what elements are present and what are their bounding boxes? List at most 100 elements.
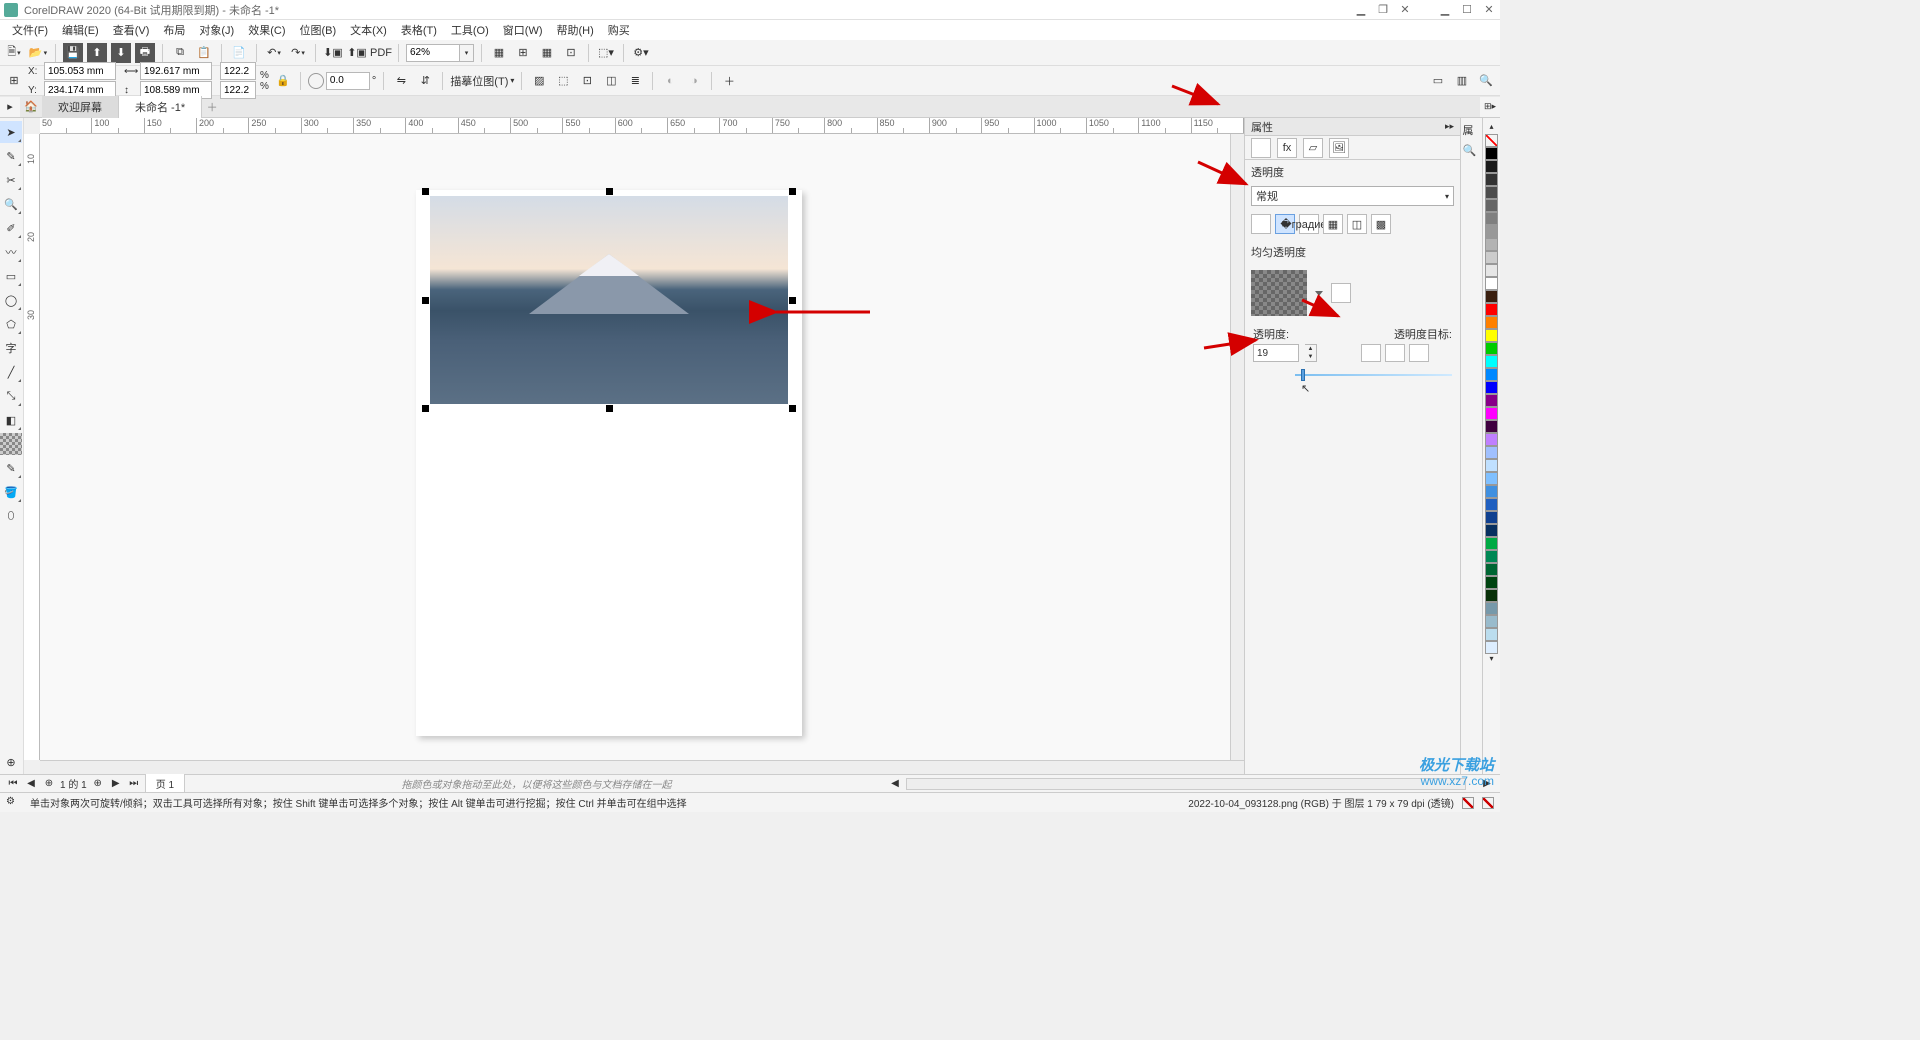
color-swatch[interactable] [1485,303,1498,316]
straighten-icon[interactable]: ◫ [601,71,621,91]
width-input[interactable] [140,62,212,80]
two-color-transparency-icon[interactable]: ◫ [1347,214,1367,234]
color-swatch[interactable] [1485,485,1498,498]
polygon-tool[interactable]: ⬠ [0,313,22,335]
export-button[interactable]: ⬆▣ [347,43,367,63]
color-swatch[interactable] [1485,524,1498,537]
color-swatch[interactable] [1485,329,1498,342]
color-swatch[interactable] [1485,602,1498,615]
opacity-spinner[interactable]: ▲▼ [1305,344,1317,362]
color-swatch[interactable] [1485,212,1498,225]
color-swatch[interactable] [1485,342,1498,355]
add-page-after-icon[interactable]: ⊕ [91,777,105,791]
tab-transparency-icon[interactable] [1251,138,1271,158]
color-swatch[interactable] [1485,628,1498,641]
mirror-h-icon[interactable]: ⇋ [391,71,411,91]
cloud-up-button[interactable]: ⬆ [87,43,107,63]
preset-position-icon[interactable]: ⊞ [4,71,24,91]
paste-button[interactable]: 📋 [194,43,214,63]
menu-window[interactable]: 窗口(W) [497,20,549,40]
grid-button[interactable]: ▦ [537,43,557,63]
canvas-area[interactable]: 5010015020025030035040045050055060065070… [24,118,1244,774]
page-scroll[interactable] [906,778,1466,790]
add-page-before-icon[interactable]: ⊕ [42,777,56,791]
rectangle-tool[interactable]: ▭ [0,265,22,287]
opacity-input[interactable]: 19 [1253,344,1299,362]
next-page-icon[interactable]: ▶ [109,777,123,791]
crop-tool[interactable]: ✂ [0,169,22,191]
pattern-transparency-icon[interactable]: ▦ [1323,214,1343,234]
redo-button[interactable]: ↷▾ [288,43,308,63]
cloud-down-button[interactable]: ⬇ [111,43,131,63]
transparency-picker-icon[interactable] [1331,283,1351,303]
new-button[interactable]: 🗎▾ [4,43,24,63]
drawing-canvas[interactable] [40,134,1230,760]
shape-tool[interactable]: ✎ [0,145,22,167]
close-icon[interactable]: ✕ [1482,3,1496,17]
menu-help[interactable]: 帮助(H) [551,20,600,40]
order-front-icon[interactable]: ◐ [660,71,680,91]
rotation-input[interactable] [326,72,370,90]
color-swatch[interactable] [1485,511,1498,524]
tab-outline-icon[interactable]: ▱ [1303,138,1323,158]
color-swatch[interactable] [1485,407,1498,420]
color-swatch[interactable] [1485,160,1498,173]
blend-mode-combo[interactable]: 常规▾ [1251,186,1454,206]
pick-tool-icon[interactable]: ▸ [0,97,20,117]
welcome-tab[interactable]: 欢迎屏幕 [42,96,119,118]
connector-tool[interactable]: ⤡ [0,385,22,407]
color-swatch[interactable] [1485,615,1498,628]
color-swatch[interactable] [1485,355,1498,368]
pick-tool[interactable]: ➤ [0,121,22,143]
fill-tool[interactable]: 🪣 [0,481,22,503]
artistic-media-tool[interactable]: 〰 [0,241,22,263]
menu-layout[interactable]: 布局 [157,20,191,40]
find-icon[interactable]: 🔍 [1476,71,1496,91]
save-button[interactable]: 💾 [63,43,83,63]
add-tab-button[interactable]: ＋ [202,99,222,115]
menu-buy[interactable]: 购买 [602,20,636,40]
palette-up-icon[interactable]: ▴ [1489,122,1493,134]
resample-icon[interactable]: ⬚ [553,71,573,91]
docker-tab-objects[interactable]: 🔍 [1463,144,1481,162]
page-orientation-icon[interactable]: ▭ [1428,71,1448,91]
zoom-combo[interactable]: ▾ [406,44,474,62]
color-swatch[interactable] [1485,576,1498,589]
color-swatch[interactable] [1485,381,1498,394]
color-swatch[interactable] [1485,238,1498,251]
close-doc-icon[interactable]: ✕ [1398,3,1412,17]
quick-custom-button[interactable]: ⊕ [0,751,22,773]
color-swatch[interactable] [1485,563,1498,576]
clipboard-button[interactable]: 📄 [229,43,249,63]
scale-y-input[interactable] [220,81,256,99]
transparency-preview[interactable] [1251,270,1307,316]
plus-icon[interactable]: ＋ [719,71,739,91]
color-swatch[interactable] [1485,537,1498,550]
menu-view[interactable]: 查看(V) [107,20,156,40]
color-swatch[interactable] [1485,147,1498,160]
bitmap-object[interactable] [430,196,788,404]
zoom-tool[interactable]: 🔍 [0,193,22,215]
options-button[interactable]: ⚙▾ [631,43,651,63]
eyedropper-tool[interactable]: ✎ [0,457,22,479]
status-fill-swatch[interactable] [1462,797,1474,809]
color-swatch[interactable] [1485,173,1498,186]
apply-all-icon[interactable] [1361,344,1381,362]
home-tab[interactable]: 🏠 [20,96,42,118]
menu-edit[interactable]: 编辑(E) [56,20,105,40]
color-swatch[interactable] [1485,472,1498,485]
color-swatch[interactable] [1485,251,1498,264]
color-swatch[interactable] [1485,277,1498,290]
fullscreen-button[interactable]: ▦ [489,43,509,63]
import-button[interactable]: ⬇▣ [323,43,343,63]
no-fill-swatch[interactable] [1485,134,1498,147]
zoom-input[interactable] [406,44,460,62]
menu-tools[interactable]: 工具(O) [445,20,495,40]
color-swatch[interactable] [1485,368,1498,381]
page-layout-icon[interactable]: ▥ [1452,71,1472,91]
menu-effects[interactable]: 效果(C) [242,20,291,40]
document-tab[interactable]: 未命名 -1* [119,96,202,118]
lock-ratio-icon[interactable]: 🔒 [273,71,293,91]
color-swatch[interactable] [1485,550,1498,563]
ellipse-tool[interactable]: ◯ [0,289,22,311]
